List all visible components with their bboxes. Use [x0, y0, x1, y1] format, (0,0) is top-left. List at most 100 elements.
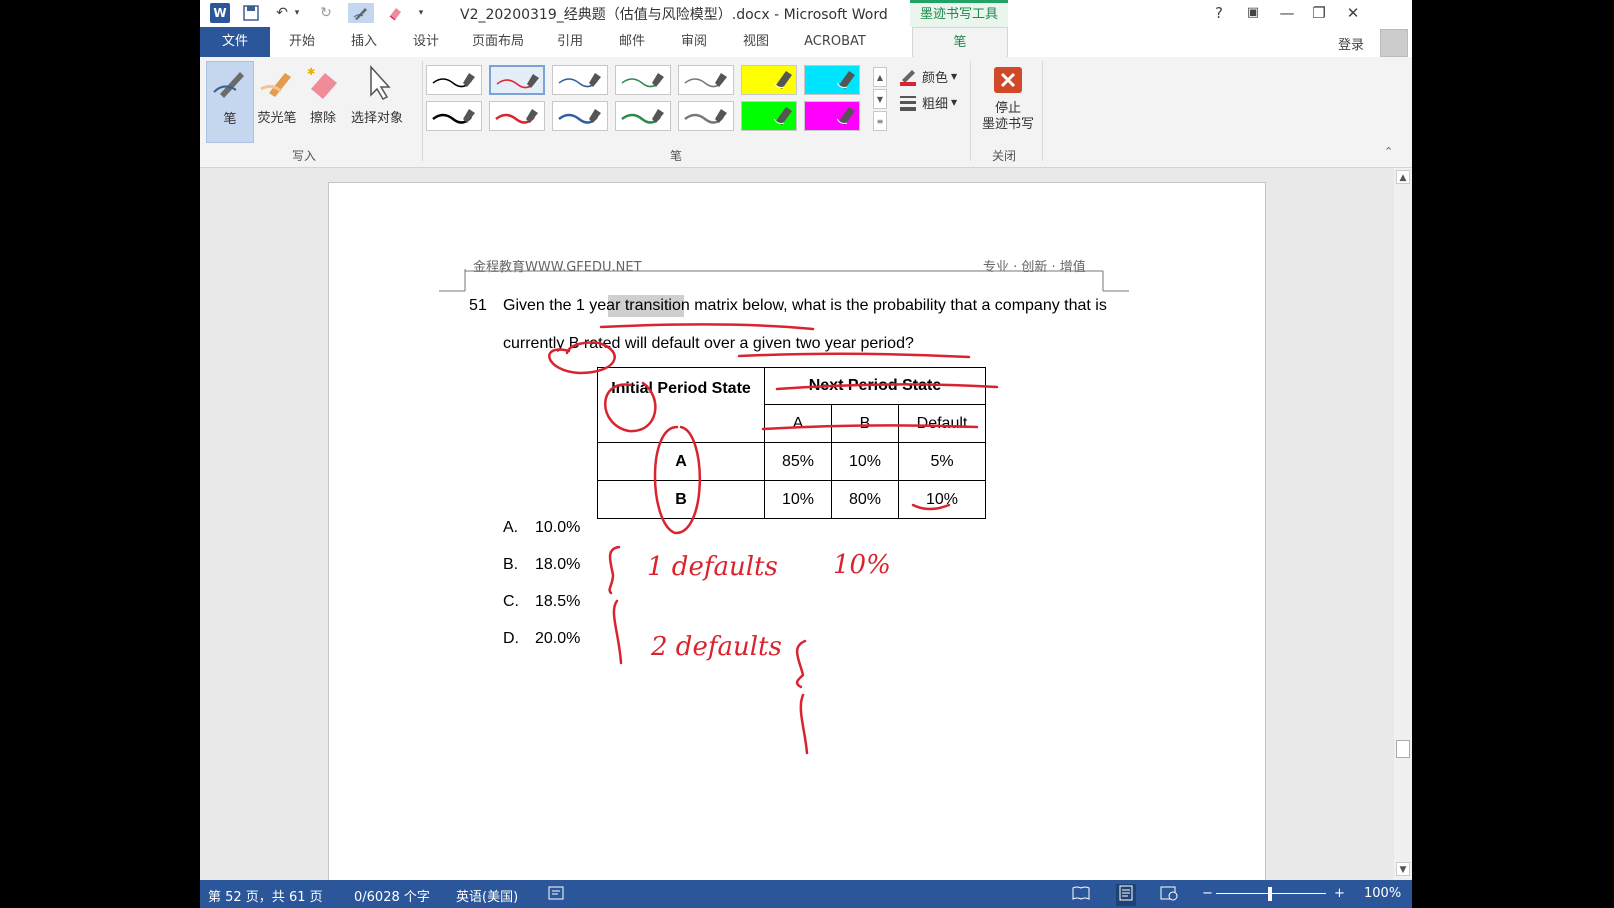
select-objects-button[interactable]: 选择对象	[346, 61, 408, 139]
pen-label: 笔	[223, 112, 237, 127]
undo-dropdown-icon[interactable]: ▾	[292, 3, 302, 23]
tab-review[interactable]: 审阅	[666, 27, 722, 57]
ribbon-pen: 笔 荧光笔 ✱ 擦除 选择对象 写入 ▲ ▼ ≡ 颜色 ▼ 粗细 ▼ 笔 停止 …	[200, 57, 1412, 168]
ink-circle	[653, 425, 702, 535]
pen-style-swatch[interactable]	[489, 101, 545, 131]
ink-underline	[599, 323, 815, 331]
ribbon-tabs: 文件 开始 插入 设计 页面布局 引用 邮件 审阅 视图 ACROBAT 笔 登…	[200, 27, 1412, 57]
save-icon[interactable]	[240, 3, 262, 23]
thickness-label: 粗细	[922, 97, 949, 112]
tab-pen[interactable]: 笔	[912, 27, 1008, 57]
page-count[interactable]: 第 52 页，共 61 页	[208, 886, 323, 905]
pen-style-swatch[interactable]	[741, 65, 797, 95]
help-icon[interactable]: ?	[1208, 3, 1230, 23]
scroll-down-icon[interactable]: ▼	[1396, 862, 1410, 876]
pen-style-swatch[interactable]	[552, 65, 608, 95]
read-mode-icon[interactable]	[1072, 885, 1090, 905]
group-label-pens: 笔	[670, 149, 683, 163]
pen-style-swatch[interactable]	[426, 65, 482, 95]
group-divider	[1042, 61, 1043, 161]
tab-mailings[interactable]: 邮件	[604, 27, 660, 57]
web-layout-icon[interactable]	[1160, 885, 1178, 905]
login-link[interactable]: 登录	[1338, 34, 1364, 53]
undo-icon[interactable]: ↶	[272, 3, 292, 23]
word-logo-icon[interactable]: W	[210, 3, 230, 23]
tab-acrobat[interactable]: ACROBAT	[790, 27, 880, 57]
chevron-down-icon: ▼	[951, 72, 958, 81]
document-title: V2_20200319_经典题（估值与风险模型）.docx - Microsof…	[460, 7, 888, 23]
language-indicator[interactable]: 英语(美国)	[456, 886, 518, 905]
pen-icon	[207, 64, 253, 108]
pen-style-swatch[interactable]	[741, 101, 797, 131]
ink-brace	[795, 639, 809, 755]
group-label-write: 写入	[292, 149, 317, 163]
tab-page-layout[interactable]: 页面布局	[460, 27, 536, 57]
pen-style-swatch[interactable]	[552, 101, 608, 131]
cursor-icon	[346, 63, 408, 107]
ink-underline	[911, 503, 951, 511]
ink-brace	[608, 545, 623, 665]
minimize-button[interactable]: —	[1276, 3, 1298, 23]
tab-design[interactable]: 设计	[398, 27, 454, 57]
zoom-out-icon[interactable]: −	[1202, 886, 1213, 901]
scrollbar-thumb[interactable]	[1396, 740, 1410, 758]
zoom-level[interactable]: 100%	[1364, 886, 1401, 901]
maximize-button[interactable]: ❐	[1308, 3, 1330, 23]
thickness-dropdown[interactable]: 粗细 ▼	[898, 93, 957, 112]
tab-view[interactable]: 视图	[728, 27, 784, 57]
collapse-ribbon-icon[interactable]: ⌃	[1384, 145, 1393, 158]
zoom-in-icon[interactable]: +	[1334, 886, 1345, 901]
group-divider	[422, 61, 423, 161]
pen-style-swatch[interactable]	[615, 101, 671, 131]
tab-file[interactable]: 文件	[200, 27, 270, 57]
ink-circle	[604, 381, 657, 433]
stop-inking-button[interactable]: 停止 墨迹书写	[976, 61, 1040, 139]
eraser-label: 擦除	[309, 111, 336, 126]
highlighter-button[interactable]: 荧光笔	[252, 61, 302, 139]
color-icon	[900, 69, 916, 86]
pen-style-swatch[interactable]	[426, 101, 482, 131]
ink-circle	[548, 341, 616, 375]
ribbon-display-icon[interactable]: ▣	[1242, 3, 1264, 23]
ink-note-10-percent: 10%	[833, 550, 891, 580]
close-button[interactable]: ✕	[1342, 3, 1364, 23]
pen-style-swatch[interactable]	[804, 101, 860, 131]
tab-home[interactable]: 开始	[274, 27, 330, 57]
pen-style-swatch[interactable]	[489, 65, 545, 95]
avatar[interactable]	[1380, 29, 1408, 57]
ink-underline	[775, 383, 999, 391]
gallery-more-icon[interactable]: ≡	[873, 111, 887, 131]
ink-annotations[interactable]: 1 defaults 2 defaults 10%	[329, 183, 1267, 883]
select-objects-label: 选择对象	[350, 111, 403, 126]
pen-style-swatch[interactable]	[804, 65, 860, 95]
tab-references[interactable]: 引用	[542, 27, 598, 57]
ink-underline	[737, 352, 971, 359]
pen-style-swatch[interactable]	[615, 65, 671, 95]
pen-style-swatch[interactable]	[678, 101, 734, 131]
document-area: 金程教育WWW.GFEDU.NET 专业 · 创新 · 增值 51 Given …	[200, 168, 1412, 882]
gallery-up-icon[interactable]: ▲	[873, 67, 887, 87]
color-dropdown[interactable]: 颜色 ▼	[898, 67, 957, 86]
pen-button[interactable]: 笔	[206, 61, 254, 143]
eraser-quick-icon[interactable]	[384, 3, 406, 23]
group-label-close: 关闭	[992, 149, 1017, 163]
highlighter-icon	[252, 63, 302, 107]
document-page[interactable]: 金程教育WWW.GFEDU.NET 专业 · 创新 · 增值 51 Given …	[328, 182, 1266, 882]
ink-note-1-defaults: 1 defaults	[647, 552, 778, 582]
pen-quick-icon[interactable]	[348, 3, 374, 23]
customize-qa-icon[interactable]: ▾	[414, 3, 428, 23]
eraser-button[interactable]: ✱ 擦除	[302, 61, 344, 139]
ink-underline	[761, 424, 979, 431]
print-layout-icon[interactable]	[1116, 884, 1136, 906]
gallery-down-icon[interactable]: ▼	[873, 89, 887, 109]
vertical-scrollbar[interactable]: ▲ ▼	[1394, 168, 1412, 880]
word-count[interactable]: 0/6028 个字	[354, 886, 430, 905]
tab-insert[interactable]: 插入	[336, 27, 392, 57]
proofing-icon[interactable]	[548, 885, 564, 905]
scroll-up-icon[interactable]: ▲	[1396, 170, 1410, 184]
zoom-slider-thumb[interactable]	[1268, 887, 1272, 901]
pen-style-swatch[interactable]	[678, 65, 734, 95]
stop-inking-icon	[976, 63, 1040, 101]
redo-icon[interactable]: ↻	[316, 3, 336, 23]
thickness-icon	[900, 95, 916, 111]
